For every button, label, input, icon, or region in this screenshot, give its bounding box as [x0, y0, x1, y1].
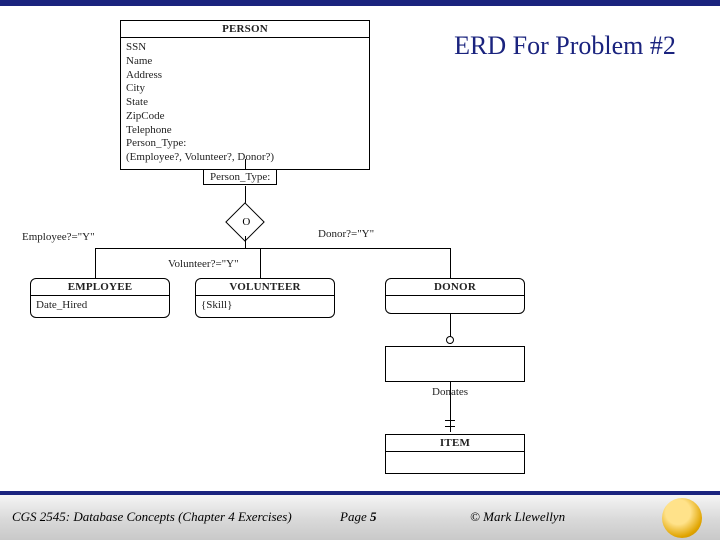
- entity-donor-header: DONOR: [386, 279, 524, 296]
- connector: [95, 248, 96, 278]
- entity-person-attrs: SSN Name Address City State ZipCode Tele…: [121, 38, 369, 169]
- discriminator-label: Person_Type:: [203, 169, 277, 185]
- cardinality-tick: [445, 420, 455, 421]
- gen-spec-letter: O: [232, 216, 260, 228]
- rel-donates: [385, 346, 525, 382]
- footer-copyright: © Mark Llewellyn: [470, 509, 565, 525]
- entity-item-attrs: [386, 452, 524, 466]
- footer-page: Page 5: [340, 509, 376, 525]
- attr: ZipCode: [126, 110, 364, 124]
- footer-page-label: Page: [340, 509, 367, 524]
- footer-bar: CGS 2545: Database Concepts (Chapter 4 E…: [0, 494, 720, 540]
- attr: State: [126, 96, 364, 110]
- cardinality-ring: [446, 336, 454, 344]
- attr: Date_Hired: [36, 299, 164, 313]
- attr: Telephone: [126, 124, 364, 138]
- attr: Address: [126, 69, 364, 83]
- entity-employee-header: EMPLOYEE: [31, 279, 169, 296]
- connector: [95, 248, 450, 249]
- entity-volunteer-header: VOLUNTEER: [196, 279, 334, 296]
- connector: [450, 248, 451, 278]
- entity-person-header: PERSON: [121, 21, 369, 38]
- entity-donor-attrs: [386, 296, 524, 306]
- attr: Name: [126, 55, 364, 69]
- cond-volunteer: Volunteer?="Y": [168, 258, 239, 270]
- page-title: ERD For Problem #2: [440, 30, 690, 63]
- entity-volunteer: VOLUNTEER {Skill}: [195, 278, 335, 318]
- attr: City: [126, 82, 364, 96]
- attr: Person_Type:: [126, 137, 364, 151]
- attr: SSN: [126, 41, 364, 55]
- entity-person: PERSON SSN Name Address City State ZipCo…: [120, 20, 370, 170]
- cond-donor: Donor?="Y": [318, 228, 374, 240]
- cardinality-tick: [445, 426, 455, 427]
- footer-page-number: 5: [370, 509, 377, 524]
- ucf-logo-icon: [662, 498, 702, 538]
- entity-donor: DONOR: [385, 278, 525, 314]
- entity-volunteer-attrs: {Skill}: [196, 296, 334, 317]
- slide: ERD For Problem #2 PERSON SSN Name Addre…: [0, 0, 720, 540]
- entity-item: ITEM: [385, 434, 525, 474]
- cond-employee: Employee?="Y": [22, 231, 95, 243]
- connector: [245, 159, 246, 169]
- rel-donates-body: [386, 347, 524, 375]
- connector: [245, 236, 246, 248]
- entity-employee-attrs: Date_Hired: [31, 296, 169, 317]
- connector: [260, 248, 261, 278]
- footer-course: CGS 2545: Database Concepts (Chapter 4 E…: [12, 509, 292, 525]
- entity-employee: EMPLOYEE Date_Hired: [30, 278, 170, 318]
- entity-item-header: ITEM: [386, 435, 524, 452]
- attr: {Skill}: [201, 299, 329, 313]
- connector: [450, 382, 451, 432]
